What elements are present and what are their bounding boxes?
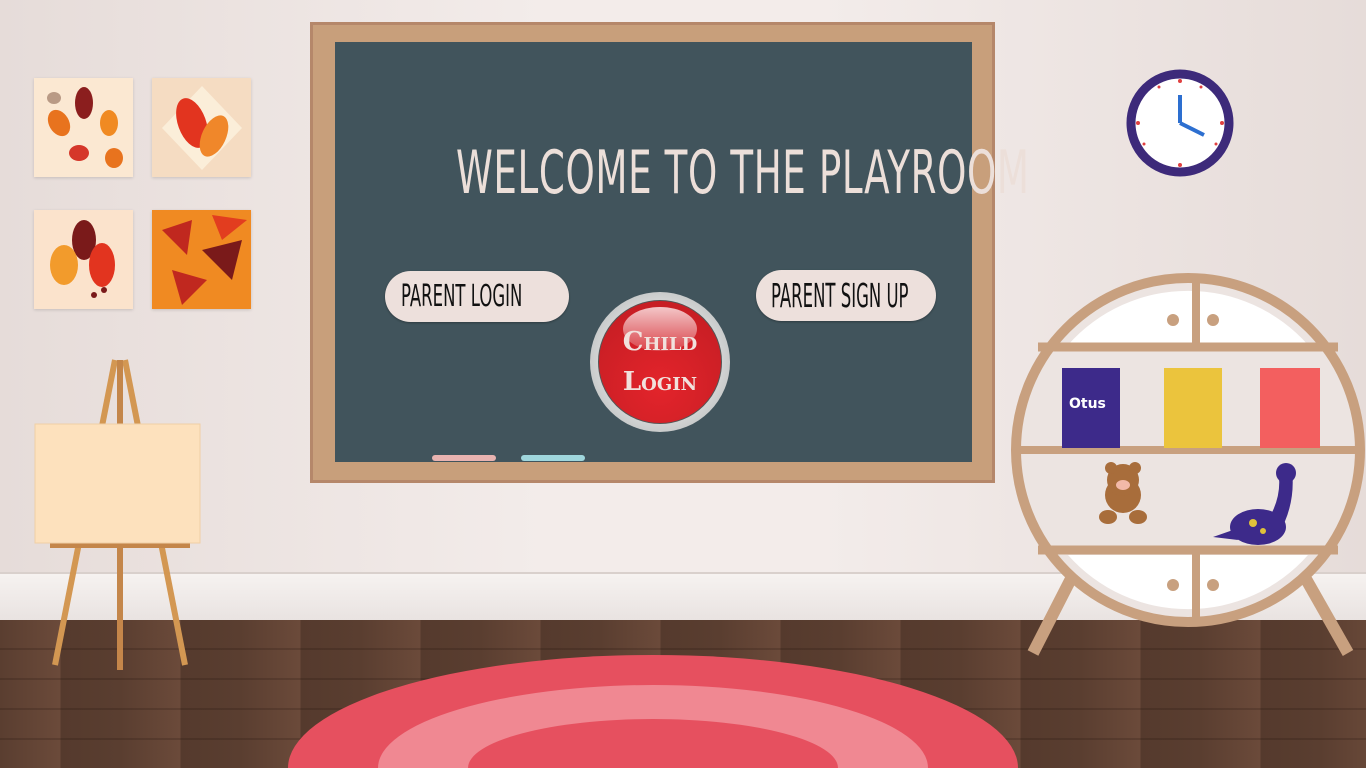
parent-login-button[interactable]: PARENT LOGIN xyxy=(385,271,569,322)
leaf-art-1 xyxy=(34,78,133,177)
book-label: Otus xyxy=(1069,396,1106,412)
leaf-art-3 xyxy=(34,210,133,309)
round-bookshelf xyxy=(1011,273,1365,656)
chalk-pink xyxy=(432,455,496,461)
easel xyxy=(34,359,201,670)
clock-icon xyxy=(1126,69,1234,177)
round-rug xyxy=(288,655,1018,768)
parent-signup-button[interactable]: PARENT SIGN UP xyxy=(756,270,936,321)
leaf-art-2 xyxy=(152,78,251,177)
chalk-blue xyxy=(521,455,585,461)
parent-login-label: PARENT LOGIN xyxy=(401,279,523,314)
page-title: WELCOME TO THE PLAYROOM xyxy=(456,138,1030,208)
leaf-art-4 xyxy=(152,210,251,309)
child-login-label-2: Login xyxy=(622,367,698,397)
child-login-label-1: Child xyxy=(622,327,698,357)
child-login-face: Child Login xyxy=(598,300,722,424)
parent-signup-label: PARENT SIGN UP xyxy=(771,276,909,315)
child-login-button[interactable]: Child Login xyxy=(590,292,730,432)
